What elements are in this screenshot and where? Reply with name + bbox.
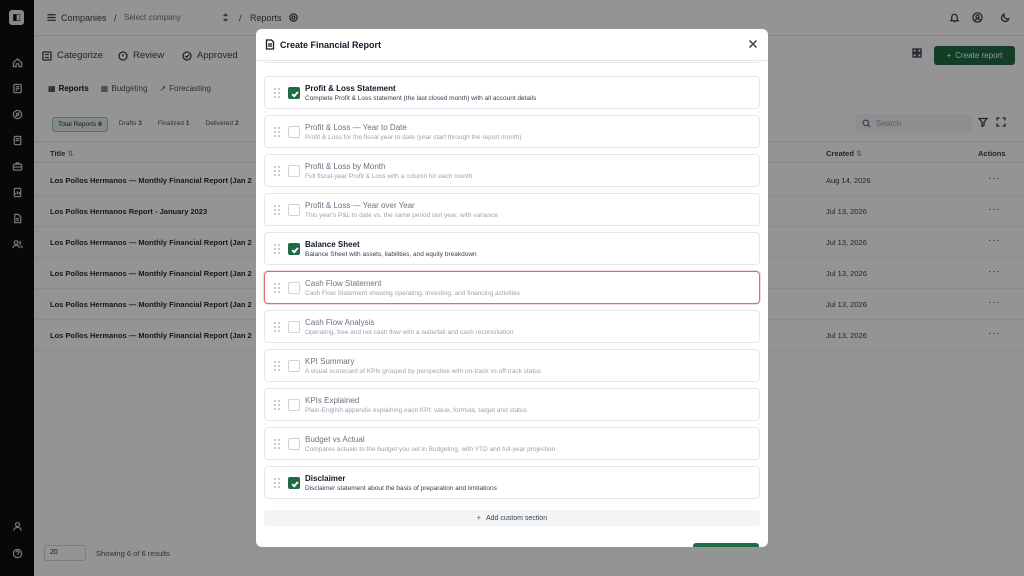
section-description: Balance Sheet with assets, liabilities, … xyxy=(305,251,477,258)
section-card[interactable]: Disclaimer Disclaimer statement about the… xyxy=(264,466,760,499)
add-custom-section-button[interactable]: + Add custom section xyxy=(264,510,760,526)
section-card[interactable]: Balance Sheet Balance Sheet with assets, … xyxy=(264,232,760,265)
section-description: Cash Flow Statement showing operating, i… xyxy=(305,290,520,297)
section-card[interactable]: KPI Summary A visual scorecard of KPIs gr… xyxy=(264,349,760,382)
section-title: Profit & Loss by Month xyxy=(305,162,386,171)
check-icon xyxy=(290,480,299,488)
section-card[interactable]: Budget vs Actual Compares actuals to the … xyxy=(264,427,760,460)
section-checkbox[interactable] xyxy=(288,438,300,450)
check-icon xyxy=(290,90,299,98)
section-card[interactable]: KPIs Explained Plain-English appendix exp… xyxy=(264,388,760,421)
create-report-modal: Create Financial Report Profit & Loss St… xyxy=(256,29,768,547)
modal-header: Create Financial Report xyxy=(256,29,768,61)
drag-handle-icon[interactable] xyxy=(274,283,280,293)
section-description: Compares actuals to the budget you set i… xyxy=(305,446,556,453)
close-icon[interactable] xyxy=(748,39,760,51)
section-checkbox[interactable] xyxy=(288,321,300,333)
section-description: Disclaimer statement about the basis of … xyxy=(305,485,497,492)
section-title: Disclaimer xyxy=(305,474,346,483)
drag-handle-icon[interactable] xyxy=(274,322,280,332)
section-checkbox[interactable] xyxy=(288,399,300,411)
section-description: Complete Profit & Loss statement (the la… xyxy=(305,95,537,102)
section-title: KPIs Explained xyxy=(305,396,360,405)
section-description: Operating, free and net cash flow with a… xyxy=(305,329,514,336)
section-checkbox[interactable] xyxy=(288,165,300,177)
plus-icon: + xyxy=(476,514,481,522)
drag-handle-icon[interactable] xyxy=(274,88,280,98)
section-card[interactable]: Profit & Loss — Year to Date Profit & Los… xyxy=(264,115,760,148)
section-checkbox[interactable] xyxy=(288,204,300,216)
check-icon xyxy=(290,246,299,254)
section-checkbox[interactable] xyxy=(288,477,300,489)
section-title: Cash Flow Statement xyxy=(305,279,382,288)
section-card[interactable]: Cash Flow Statement Cash Flow Statement s… xyxy=(264,271,760,304)
add-custom-label: Add custom section xyxy=(486,514,548,522)
generate-report-button[interactable] xyxy=(693,543,759,547)
section-title: Cash Flow Analysis xyxy=(305,318,375,327)
section-title: Profit & Loss — Year to Date xyxy=(305,123,407,132)
section-title: Balance Sheet xyxy=(305,240,360,249)
section-title: Profit & Loss Statement xyxy=(305,84,396,93)
section-checkbox[interactable] xyxy=(288,87,300,99)
section-title: Profit & Loss — Year over Year xyxy=(305,201,415,210)
drag-handle-icon[interactable] xyxy=(274,439,280,449)
section-description: This year's P&L to date vs. the same per… xyxy=(305,212,498,219)
section-card[interactable]: Profit & Loss by Month Full fiscal-year P… xyxy=(264,154,760,187)
drag-handle-icon[interactable] xyxy=(274,400,280,410)
section-checkbox[interactable] xyxy=(288,243,300,255)
section-checkbox[interactable] xyxy=(288,126,300,138)
section-description: A visual scorecard of KPIs grouped by pe… xyxy=(305,368,542,375)
section-description: Full fiscal-year Profit & Loss with a co… xyxy=(305,173,473,180)
section-description: Profit & Loss for the fiscal year to dat… xyxy=(305,134,522,141)
drag-handle-icon[interactable] xyxy=(274,127,280,137)
section-checkbox[interactable] xyxy=(288,282,300,294)
section-checkbox[interactable] xyxy=(288,360,300,372)
section-title: Budget vs Actual xyxy=(305,435,365,444)
drag-handle-icon[interactable] xyxy=(274,166,280,176)
drag-handle-icon[interactable] xyxy=(274,205,280,215)
modal-title: Create Financial Report xyxy=(280,40,382,50)
drag-handle-icon[interactable] xyxy=(274,244,280,254)
section-card[interactable]: Cash Flow Analysis Operating, free and ne… xyxy=(264,310,760,343)
document-icon xyxy=(265,39,275,52)
section-title: KPI Summary xyxy=(305,357,355,366)
section-card[interactable]: Profit & Loss — Year over Year This year'… xyxy=(264,193,760,226)
section-card[interactable]: Profit & Loss Statement Complete Profit &… xyxy=(264,76,760,109)
drag-handle-icon[interactable] xyxy=(274,361,280,371)
drag-handle-icon[interactable] xyxy=(274,478,280,488)
section-description: Plain-English appendix explaining each K… xyxy=(305,407,527,414)
